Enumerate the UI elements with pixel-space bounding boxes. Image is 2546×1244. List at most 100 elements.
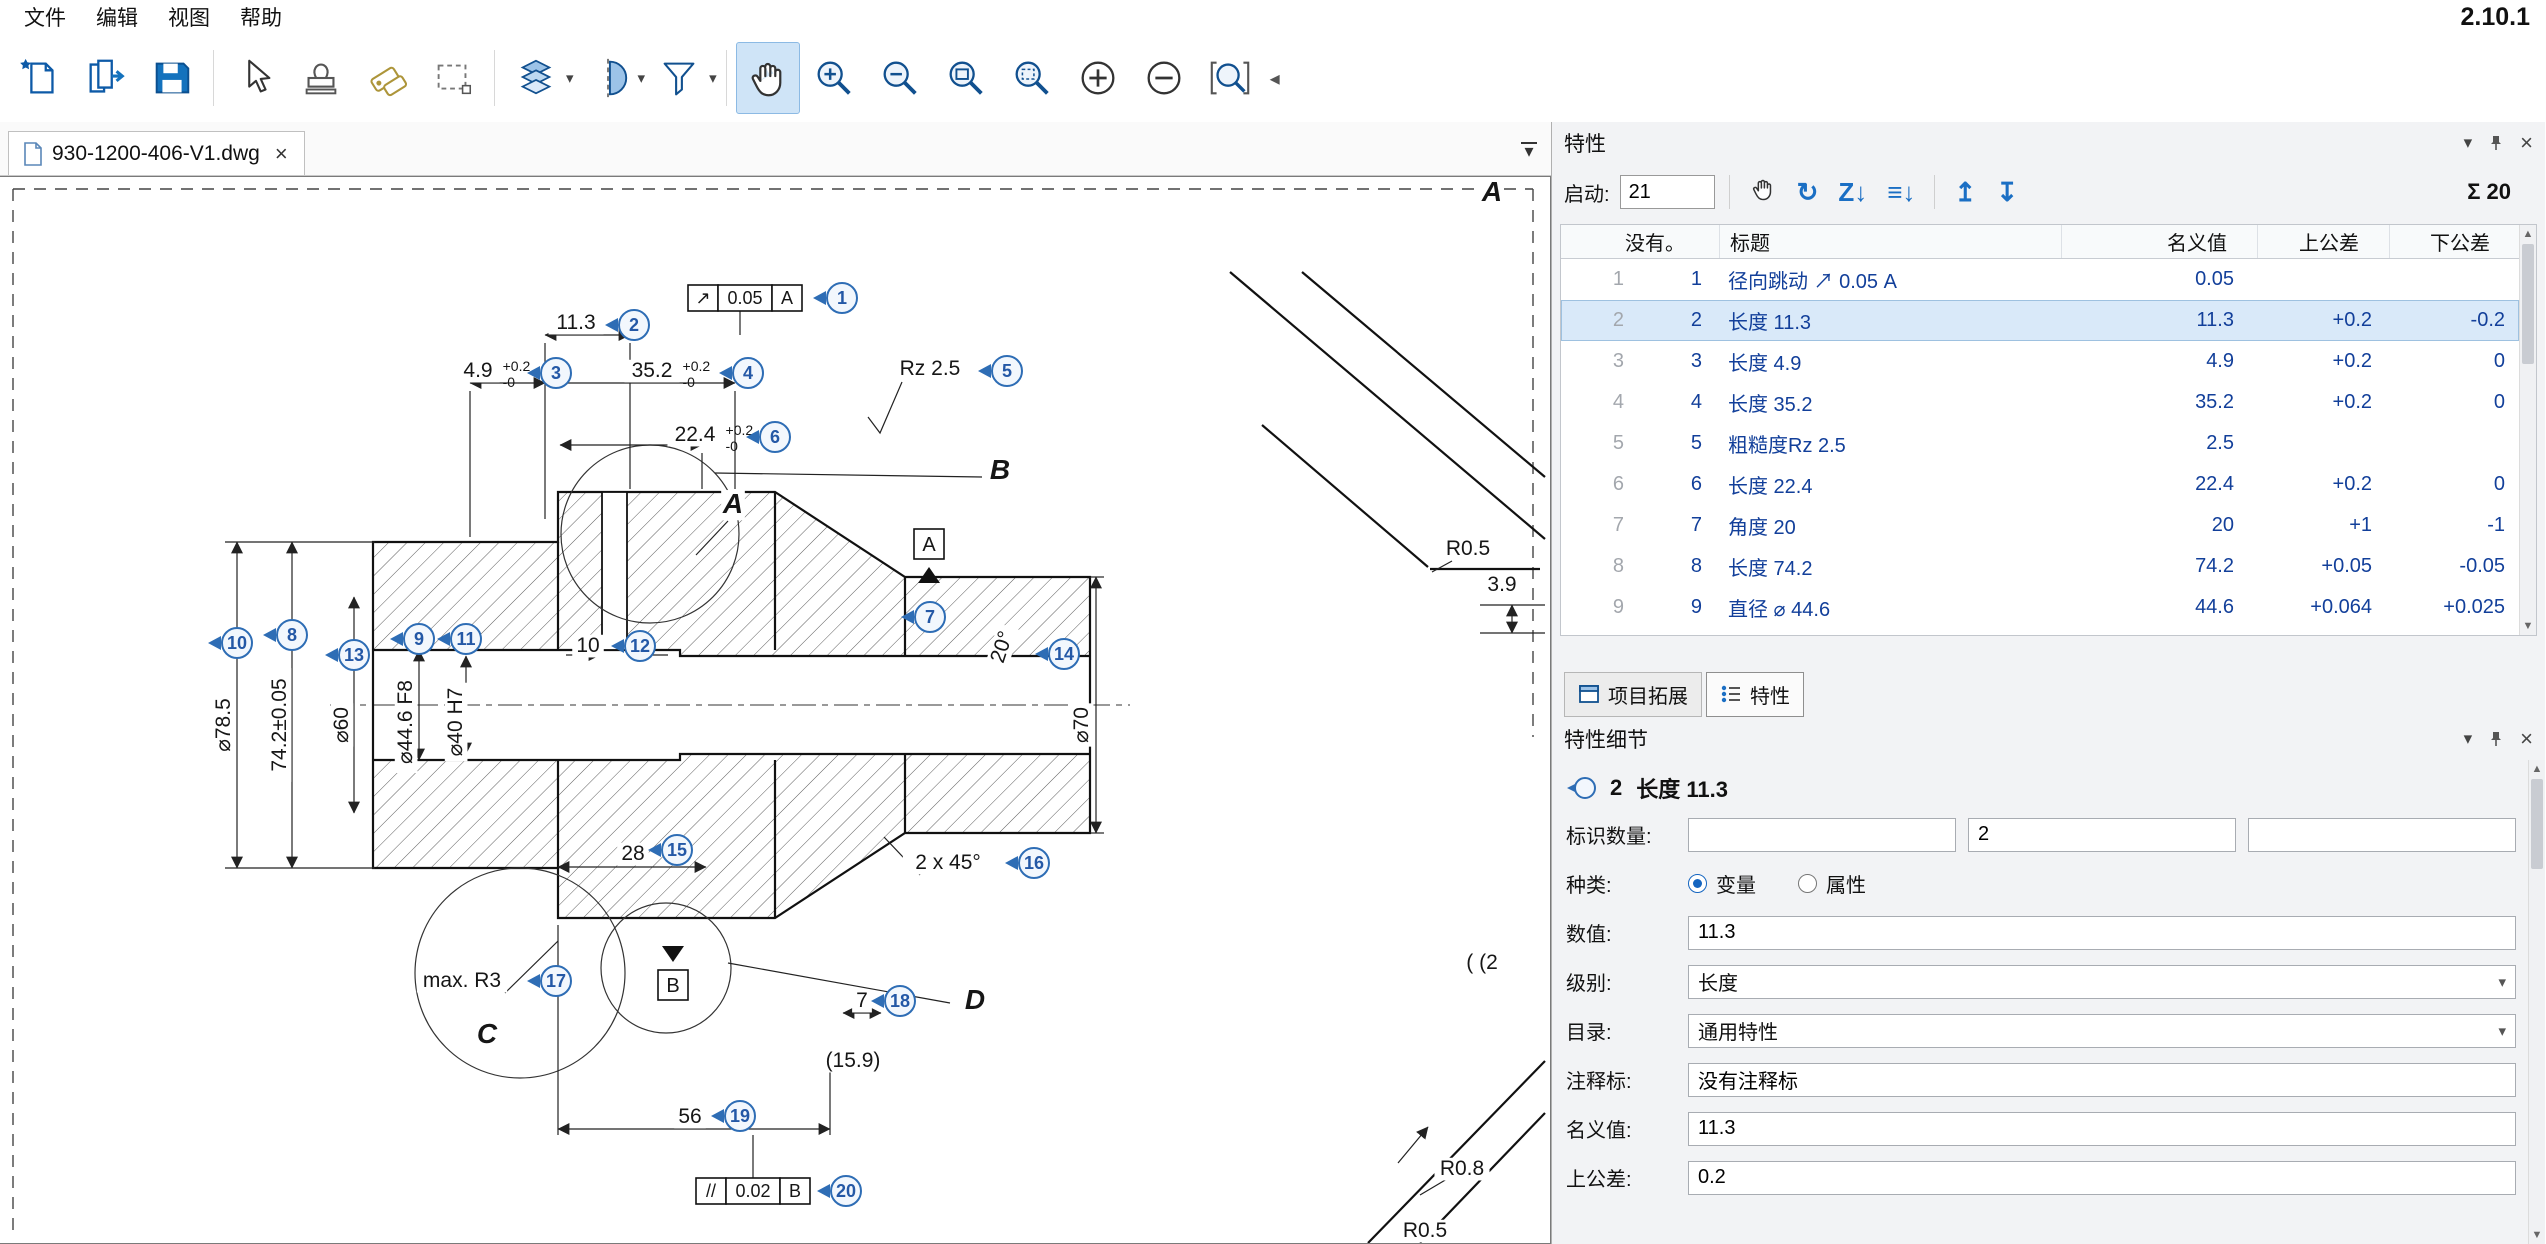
column-header-upper[interactable]: 上公差	[2257, 225, 2389, 258]
document-icon	[23, 142, 43, 166]
column-header-title[interactable]: 标题	[1719, 225, 2061, 258]
balloon-16[interactable]: 16	[1005, 848, 1049, 878]
balloon-10[interactable]: 10	[208, 628, 252, 658]
table-row[interactable]: 5 5 粗糙度Rz 2.5 2.5	[1561, 423, 2519, 464]
menu-file[interactable]: 文件	[10, 0, 80, 34]
id-quantity-input-2[interactable]	[1968, 818, 2236, 852]
zoom-in-button[interactable]	[802, 42, 866, 114]
sort-z-icon[interactable]: Z↓	[1833, 177, 1872, 208]
zoom-out-button[interactable]	[868, 42, 932, 114]
radio-attribute[interactable]: 属性	[1798, 869, 1866, 898]
zoom-window-button[interactable]	[1198, 42, 1262, 114]
layers-dropdown-icon[interactable]: ▾	[566, 69, 574, 87]
table-row[interactable]: 1 1 径向跳动 ↗ 0.05 A 0.05	[1561, 259, 2519, 300]
zoom-selection-button[interactable]	[1000, 42, 1064, 114]
stamp-tool-button[interactable]	[289, 42, 353, 114]
tab-overflow-icon[interactable]: ▾	[1521, 142, 1537, 156]
scrollbar-thumb[interactable]	[2531, 779, 2543, 869]
value-input[interactable]	[1688, 916, 2516, 950]
column-header-nominal[interactable]: 名义值	[2061, 225, 2257, 258]
mirror-tool-button[interactable]	[576, 42, 640, 114]
increase-button[interactable]	[1066, 42, 1130, 114]
panel-menu-icon[interactable]: ▾	[2464, 133, 2473, 153]
save-button[interactable]	[140, 42, 204, 114]
id-quantity-input-3[interactable]	[2248, 818, 2516, 852]
svg-text:1: 1	[837, 288, 847, 308]
panel-close-icon[interactable]: ×	[2520, 726, 2533, 752]
panel-menu-icon[interactable]: ▾	[2464, 729, 2473, 749]
table-row[interactable]: 9 9 直径 ⌀ 44.6 44.6 +0.064 +0.025	[1561, 587, 2519, 628]
balloon-1[interactable]: 1	[813, 283, 857, 313]
scroll-up-icon[interactable]: ▲	[2529, 760, 2545, 778]
tab-close-icon[interactable]: ×	[273, 141, 290, 167]
nominal-input[interactable]	[1688, 1112, 2516, 1146]
menu-help[interactable]: 帮助	[226, 0, 296, 34]
select-tool-button[interactable]	[223, 42, 287, 114]
tab-characteristics[interactable]: 特性	[1706, 672, 1804, 717]
svg-text:⌀60: ⌀60	[330, 707, 353, 743]
balloon-20[interactable]: 20	[817, 1176, 861, 1206]
pin-icon[interactable]	[2488, 731, 2504, 747]
tag-tool-button[interactable]	[355, 42, 419, 114]
marquee-tool-button[interactable]	[421, 42, 485, 114]
filter-tool-button[interactable]	[647, 42, 711, 114]
balloon-13[interactable]: 13	[325, 640, 369, 670]
pan-mini-icon[interactable]	[1744, 175, 1782, 210]
column-header-lower[interactable]: 下公差	[2389, 225, 2520, 258]
document-tab[interactable]: 930-1200-406-V1.dwg ×	[8, 131, 305, 175]
scrollbar-thumb[interactable]	[2522, 244, 2534, 364]
upper-tolerance-input[interactable]	[1688, 1161, 2516, 1195]
chevron-down-icon: ▾	[2498, 973, 2506, 991]
new-document-button[interactable]	[8, 42, 72, 114]
radio-attribute-button[interactable]	[1798, 874, 1817, 893]
toolbar-collapse-icon[interactable]: ◂	[1264, 66, 1286, 91]
row-no: 6	[1650, 473, 1720, 496]
panel-close-icon[interactable]: ×	[2520, 130, 2533, 156]
radio-variable-button[interactable]	[1688, 874, 1707, 893]
id-quantity-input-1[interactable]	[1688, 818, 1956, 852]
scroll-up-icon[interactable]: ▲	[2520, 225, 2536, 243]
table-scrollbar[interactable]: ▲ ▼	[2519, 225, 2536, 635]
scroll-down-icon[interactable]: ▼	[2529, 1226, 2545, 1244]
table-row[interactable]: 3 3 长度 4.9 4.9 +0.2 0	[1561, 341, 2519, 382]
filter-dropdown-icon[interactable]: ▾	[709, 69, 717, 87]
pin-icon[interactable]	[2488, 135, 2504, 151]
table-row[interactable]: 4 4 长度 35.2 35.2 +0.2 0	[1561, 382, 2519, 423]
scroll-down-icon[interactable]: ▼	[2520, 617, 2536, 635]
layers-tool-button[interactable]	[504, 42, 568, 114]
table-row-selected[interactable]: 2 2 长度 11.3 11.3 +0.2 -0.2	[1561, 300, 2519, 341]
tab-project-extension[interactable]: 项目拓展	[1564, 672, 1702, 717]
drawing-annotations: ↗0.05A11.34.9+0.2-035.2+0.2-0Rz 2.522.4+…	[208, 177, 1524, 1242]
drawing-annotation: C	[475, 1018, 499, 1050]
svg-text:10: 10	[227, 633, 247, 653]
move-up-icon[interactable]: ↥	[1949, 177, 1981, 208]
refresh-icon[interactable]: ↻	[1792, 177, 1824, 208]
table-row[interactable]: 7 7 角度 20 20 +1 -1	[1561, 505, 2519, 546]
radio-variable[interactable]: 变量	[1688, 869, 1756, 898]
balloon-19[interactable]: 19	[711, 1101, 755, 1131]
column-header-no[interactable]: 没有。	[1561, 225, 1719, 258]
class-select[interactable]: 长度 ▾	[1688, 965, 2516, 999]
table-row[interactable]: 8 8 长度 74.2 74.2 +0.05 -0.05	[1561, 546, 2519, 587]
details-scrollbar[interactable]: ▲ ▼	[2528, 760, 2545, 1244]
mirror-icon	[585, 55, 631, 101]
zoom-fit-button[interactable]	[934, 42, 998, 114]
sort-list-icon[interactable]: ≡↓	[1882, 177, 1920, 208]
drawing-canvas[interactable]: ↗0.05A11.34.9+0.2-035.2+0.2-0Rz 2.522.4+…	[0, 176, 1551, 1244]
table-row[interactable]: 6 6 长度 22.4 22.4 +0.2 0	[1561, 464, 2519, 505]
decrease-button[interactable]	[1132, 42, 1196, 114]
open-document-button[interactable]	[74, 42, 138, 114]
note-input[interactable]	[1688, 1063, 2516, 1097]
menu-edit[interactable]: 编辑	[82, 0, 152, 34]
start-input[interactable]	[1620, 175, 1715, 209]
catalog-select[interactable]: 通用特性 ▾	[1688, 1014, 2516, 1048]
move-down-icon[interactable]: ↧	[1991, 177, 2023, 208]
mirror-dropdown-icon[interactable]: ▾	[638, 69, 646, 87]
balloon-icon	[1566, 775, 1596, 801]
balloon-8[interactable]: 8	[263, 620, 307, 650]
row-nominal: 4.9	[2062, 350, 2258, 373]
balloon-5[interactable]: 5	[978, 356, 1022, 386]
menu-view[interactable]: 视图	[154, 0, 224, 34]
balloon-17[interactable]: 17	[527, 966, 571, 996]
pan-tool-button[interactable]	[736, 42, 800, 114]
